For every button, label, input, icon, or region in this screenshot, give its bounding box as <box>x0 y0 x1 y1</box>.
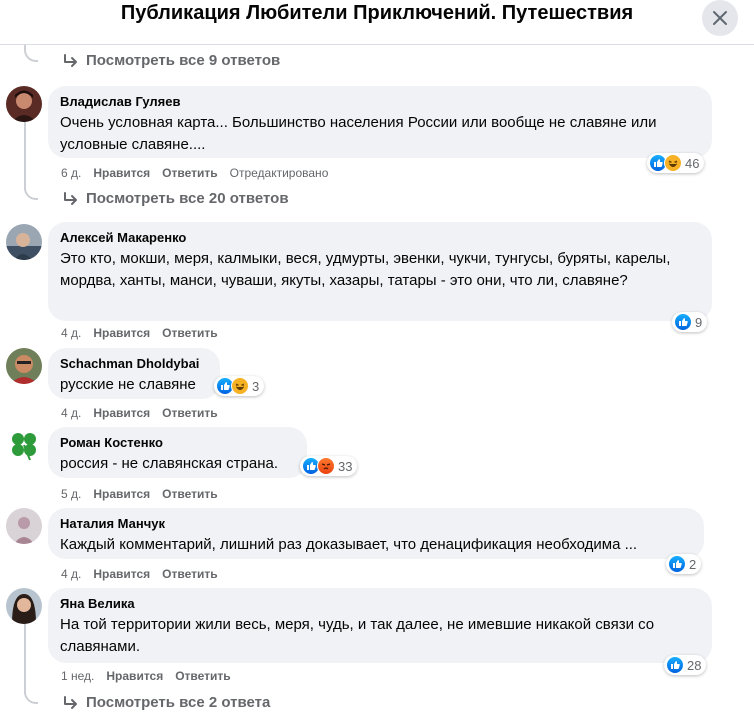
thread-curve <box>24 690 38 704</box>
comment-time[interactable]: 5 д. <box>61 486 81 502</box>
avatar[interactable] <box>6 588 42 624</box>
reply-action[interactable]: Ответить <box>162 486 217 502</box>
reaction-count: 3 <box>252 378 260 394</box>
comment-time[interactable]: 1 нед. <box>61 668 94 684</box>
reactions-badge[interactable]: 46 <box>647 153 705 173</box>
reply-action[interactable]: Ответить <box>162 165 217 181</box>
view-replies-link[interactable]: Посмотреть все 9 ответов <box>62 52 280 69</box>
comment-bubble: Schachman Dholdybai русские не славяне <box>48 348 220 399</box>
reply-action[interactable]: Ответить <box>175 668 230 684</box>
like-action[interactable]: Нравится <box>93 566 150 582</box>
view-replies-link[interactable]: Посмотреть все 2 ответа <box>62 694 270 711</box>
dialog-title: Публикация Любители Приключений. Путешес… <box>120 2 634 24</box>
view-replies-label: Посмотреть все 20 ответов <box>86 190 289 207</box>
comment-author[interactable]: Роман Костенко <box>60 435 295 451</box>
avatar[interactable] <box>6 224 42 260</box>
thread-curve <box>24 186 38 200</box>
comment-text: Очень условная карта... Большинство насе… <box>60 114 657 153</box>
reply-action[interactable]: Ответить <box>162 325 217 341</box>
avatar[interactable] <box>6 86 42 122</box>
reactions-badge[interactable]: 33 <box>300 456 358 476</box>
reactions-badge[interactable]: 3 <box>214 376 265 396</box>
comment-text: На той территории жили весь, меря, чудь,… <box>60 616 655 655</box>
comment-bubble: Владислав Гуляев Очень условная карта...… <box>48 86 712 158</box>
avatar[interactable] <box>6 427 42 463</box>
like-icon <box>666 656 684 674</box>
comments-dialog: Публикация Любители Приключений. Путешес… <box>0 0 754 725</box>
comment-text: Это кто, мокши, меря, калмыки, веся, удм… <box>60 250 671 289</box>
comment-time[interactable]: 6 д. <box>61 165 81 181</box>
view-replies-label: Посмотреть все 2 ответа <box>86 694 271 711</box>
like-action[interactable]: Нравится <box>93 405 150 421</box>
comment-bubble: Наталия Манчук Каждый комментарий, лишни… <box>48 508 704 559</box>
comment-time[interactable]: 4 д. <box>61 566 81 582</box>
edited-label[interactable]: Отредактировано <box>230 165 329 181</box>
comment-text: русские не славяне <box>60 376 196 393</box>
dialog-header: Публикация Любители Приключений. Путешес… <box>0 0 754 45</box>
like-action[interactable]: Нравится <box>93 325 150 341</box>
reaction-count: 33 <box>338 458 353 474</box>
comment-meta: 6 д. Нравится Ответить Отредактировано <box>61 165 328 181</box>
like-icon <box>668 555 686 573</box>
angry-icon <box>317 457 335 475</box>
like-icon <box>674 313 692 331</box>
thread-line <box>24 122 26 190</box>
like-action[interactable]: Нравится <box>93 165 150 181</box>
comment-meta: 5 д. Нравится Ответить <box>61 486 218 502</box>
reactions-badge[interactable]: 2 <box>666 554 702 574</box>
haha-icon <box>231 377 249 395</box>
reaction-count: 2 <box>689 556 697 572</box>
view-replies-label: Посмотреть все 9 ответов <box>86 52 281 69</box>
comment-time[interactable]: 4 д. <box>61 405 81 421</box>
reply-action[interactable]: Ответить <box>162 405 217 421</box>
comment-time[interactable]: 4 д. <box>61 325 81 341</box>
reaction-count: 46 <box>685 155 700 171</box>
reaction-count: 28 <box>687 657 702 673</box>
avatar[interactable] <box>6 508 42 544</box>
comment-bubble: Яна Велика На той территории жили весь, … <box>48 588 712 663</box>
reply-arrow-icon <box>64 191 77 205</box>
reactions-badge[interactable]: 9 <box>672 312 708 332</box>
close-icon <box>713 11 727 25</box>
reactions-badge[interactable]: 28 <box>664 655 707 675</box>
reply-arrow-icon <box>64 53 77 67</box>
comment-meta: 4 д. Нравится Ответить <box>61 566 218 582</box>
comment-meta: 4 д. Нравится Ответить <box>61 325 218 341</box>
reaction-count: 9 <box>695 314 703 330</box>
comment-meta: 1 нед. Нравится Ответить <box>61 668 231 684</box>
comment-author[interactable]: Алексей Макаренко <box>60 230 700 246</box>
view-replies-link[interactable]: Посмотреть все 20 ответов <box>62 190 289 207</box>
close-button[interactable] <box>702 0 738 36</box>
like-action[interactable]: Нравится <box>106 668 163 684</box>
like-action[interactable]: Нравится <box>93 486 150 502</box>
comment-author[interactable]: Наталия Манчук <box>60 516 692 532</box>
comment-author[interactable]: Schachman Dholdybai <box>60 356 208 372</box>
reply-arrow-icon <box>64 695 77 709</box>
haha-icon <box>664 154 682 172</box>
comment-bubble: Роман Костенко россия - не славянская ст… <box>48 427 307 478</box>
thread-curve <box>24 48 38 62</box>
comment-text: Каждый комментарий, лишний раз доказывае… <box>60 536 638 553</box>
comment-text: россия - не славянская страна. <box>60 455 278 472</box>
comment-meta: 4 д. Нравится Ответить <box>61 405 218 421</box>
reply-action[interactable]: Ответить <box>162 566 217 582</box>
thread-line <box>24 624 26 694</box>
avatar[interactable] <box>6 348 42 384</box>
comment-author[interactable]: Яна Велика <box>60 596 700 612</box>
comment-bubble: Алексей Макаренко Это кто, мокши, меря, … <box>48 222 712 321</box>
comment-author[interactable]: Владислав Гуляев <box>60 94 700 110</box>
